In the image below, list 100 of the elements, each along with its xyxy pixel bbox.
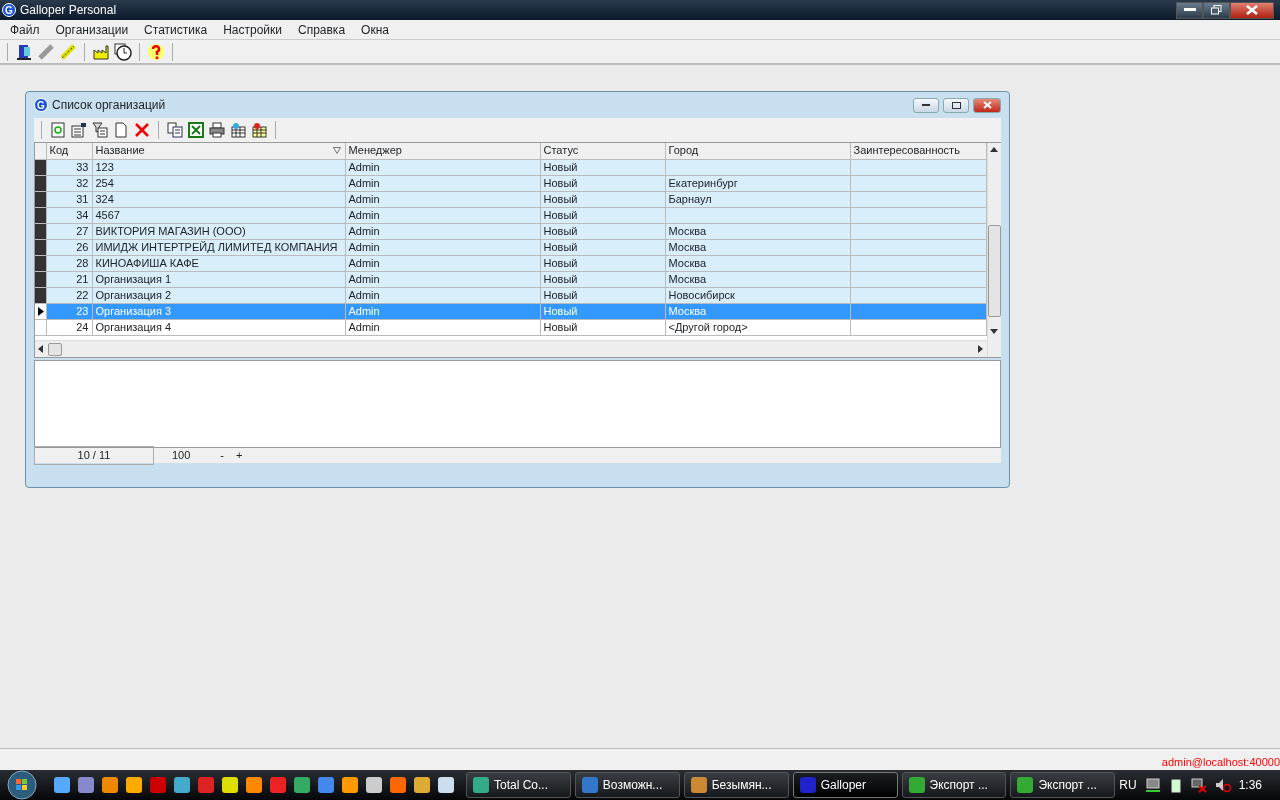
table-row[interactable]: 22 Организация 2 Admin Новый Новосибирск xyxy=(35,287,986,303)
menu-item[interactable]: Статистика xyxy=(136,20,216,39)
edit-card-icon[interactable] xyxy=(71,122,87,138)
maximize-button[interactable] xyxy=(943,97,969,113)
marker-icon xyxy=(35,223,45,238)
table-cell: ВИКТОРИЯ МАГАЗИН (ООО) xyxy=(95,224,246,237)
menu-item[interactable]: Файл xyxy=(2,20,48,39)
table-cell: Москва xyxy=(668,224,707,237)
marker-icon xyxy=(35,159,45,174)
taskbar-button[interactable]: Total Co... xyxy=(465,772,571,798)
table-cell: Admin xyxy=(348,272,380,285)
marker-icon xyxy=(35,207,45,222)
column-header[interactable]: Город xyxy=(665,143,850,159)
taskbar-button[interactable]: Экспорт ... xyxy=(901,772,1007,798)
spreadsheet-icon[interactable] xyxy=(188,122,204,138)
quick-launch-icon[interactable] xyxy=(221,777,238,793)
decrease-link[interactable]: - xyxy=(220,447,225,464)
scroll-up-icon[interactable] xyxy=(990,147,998,153)
table-cell: Admin xyxy=(348,208,380,221)
taskbar-button[interactable]: Galloper xyxy=(792,772,898,798)
table-row[interactable]: 34 4567 Admin Новый xyxy=(35,207,986,223)
table-row[interactable]: 21 Организация 1 Admin Новый Москва xyxy=(35,271,986,287)
quick-launch-icon[interactable] xyxy=(245,777,262,793)
window-title: Galloper Personal xyxy=(20,2,117,19)
column-header[interactable]: Название xyxy=(92,143,345,159)
increase-link[interactable]: + xyxy=(236,447,243,464)
table-cell: 27 xyxy=(76,224,89,237)
record-position: 10 / 11 xyxy=(34,446,154,465)
quick-launch-icon[interactable] xyxy=(125,777,142,793)
power-icon[interactable] xyxy=(1168,777,1183,793)
close-button[interactable] xyxy=(1230,1,1274,19)
table-row[interactable]: 33 123 Admin Новый xyxy=(35,159,986,175)
quick-launch-icon[interactable] xyxy=(389,777,406,793)
table-cell: Новосибирск xyxy=(668,288,735,301)
taskbar-button[interactable]: Экспорт ... xyxy=(1010,772,1116,798)
table-cell: Admin xyxy=(348,288,380,301)
filter-icon[interactable] xyxy=(92,122,108,138)
table-row[interactable]: 26 ИМИДЖ ИНТЕРТРЕЙД ЛИМИТЕД КОМПАНИЯ Admin Новый Москва xyxy=(35,239,986,255)
refresh-icon[interactable] xyxy=(50,122,66,138)
scroll-down-icon[interactable] xyxy=(990,329,998,335)
taskbar-button[interactable]: Возможн... xyxy=(574,772,680,798)
menu-item[interactable]: Справка xyxy=(290,20,354,39)
table-icon[interactable] xyxy=(230,122,246,138)
column-header[interactable]: Код xyxy=(46,143,92,159)
scroll-left-icon[interactable] xyxy=(38,345,44,353)
quick-launch-icon[interactable] xyxy=(341,777,358,793)
table-row[interactable]: 31 324 Admin Новый Барнаул xyxy=(35,191,986,207)
restore-button[interactable] xyxy=(1203,1,1230,19)
volume-muted-icon[interactable] xyxy=(1214,777,1231,793)
network-error-icon[interactable] xyxy=(1190,777,1207,793)
quick-launch-icon[interactable] xyxy=(77,777,94,793)
help-icon[interactable] xyxy=(147,42,165,61)
close-button[interactable] xyxy=(973,97,1001,113)
table-icon[interactable] xyxy=(251,122,267,138)
menu-item[interactable]: Настройки xyxy=(215,20,290,39)
clock[interactable]: 1:36 xyxy=(1238,776,1262,794)
table-cell: 254 xyxy=(95,176,114,189)
app-icon xyxy=(1017,777,1034,793)
taskbar-button[interactable]: Безымян... xyxy=(683,772,789,798)
factory-icon[interactable] xyxy=(92,42,110,61)
clock-icon[interactable] xyxy=(114,42,132,61)
quick-launch-icon[interactable] xyxy=(365,777,382,793)
column-header[interactable]: Менеджер xyxy=(345,143,540,159)
network-icon[interactable] xyxy=(1144,777,1161,793)
scroll-right-icon[interactable] xyxy=(977,345,984,353)
scroll-thumb[interactable] xyxy=(987,225,1001,317)
menu-item[interactable]: Организации xyxy=(47,20,137,39)
quick-launch-icon[interactable] xyxy=(53,777,70,793)
quick-launch-icon[interactable] xyxy=(173,777,190,793)
language-indicator[interactable]: RU xyxy=(1119,776,1137,794)
table-cell: 34 xyxy=(76,208,89,221)
quick-launch-icon[interactable] xyxy=(293,777,310,793)
menu-item[interactable]: Окна xyxy=(353,20,397,39)
quick-launch-icon[interactable] xyxy=(101,777,118,793)
printer-icon[interactable] xyxy=(209,122,225,138)
column-header[interactable]: Статус xyxy=(540,143,665,159)
notes-area[interactable] xyxy=(34,360,1001,448)
horizontal-scrollbar[interactable] xyxy=(35,340,987,357)
table-row[interactable]: 28 КИНОАФИША КАФЕ Admin Новый Москва xyxy=(35,255,986,271)
column-header[interactable]: Заинтересованность xyxy=(850,143,986,159)
table-row[interactable]: 24 Организация 4 Admin Новый <Другой город> xyxy=(35,319,986,336)
door-icon[interactable] xyxy=(15,42,33,61)
scroll-thumb[interactable] xyxy=(48,342,62,356)
new-document-icon[interactable] xyxy=(113,122,129,138)
start-button[interactable] xyxy=(6,770,37,800)
table-row[interactable]: 27 ВИКТОРИЯ МАГАЗИН (ООО) Admin Новый Москва xyxy=(35,223,986,239)
delete-icon[interactable] xyxy=(134,122,150,138)
page-size: 100 xyxy=(172,448,191,464)
table-cell: Новый xyxy=(543,176,578,189)
minimize-button[interactable] xyxy=(1176,1,1203,19)
marker-icon xyxy=(35,175,45,190)
table-cell: Барнаул xyxy=(668,192,712,205)
table-cell: Admin xyxy=(348,224,380,237)
quick-launch-icon[interactable] xyxy=(413,777,430,793)
quick-launch-icon[interactable] xyxy=(437,777,454,793)
minimize-button[interactable] xyxy=(913,97,939,113)
copy-icon[interactable] xyxy=(167,122,183,138)
table-row[interactable]: 32 254 Admin Новый Екатеринбург xyxy=(35,175,986,191)
table-cell: Москва xyxy=(668,240,707,253)
marker-icon xyxy=(35,239,45,254)
